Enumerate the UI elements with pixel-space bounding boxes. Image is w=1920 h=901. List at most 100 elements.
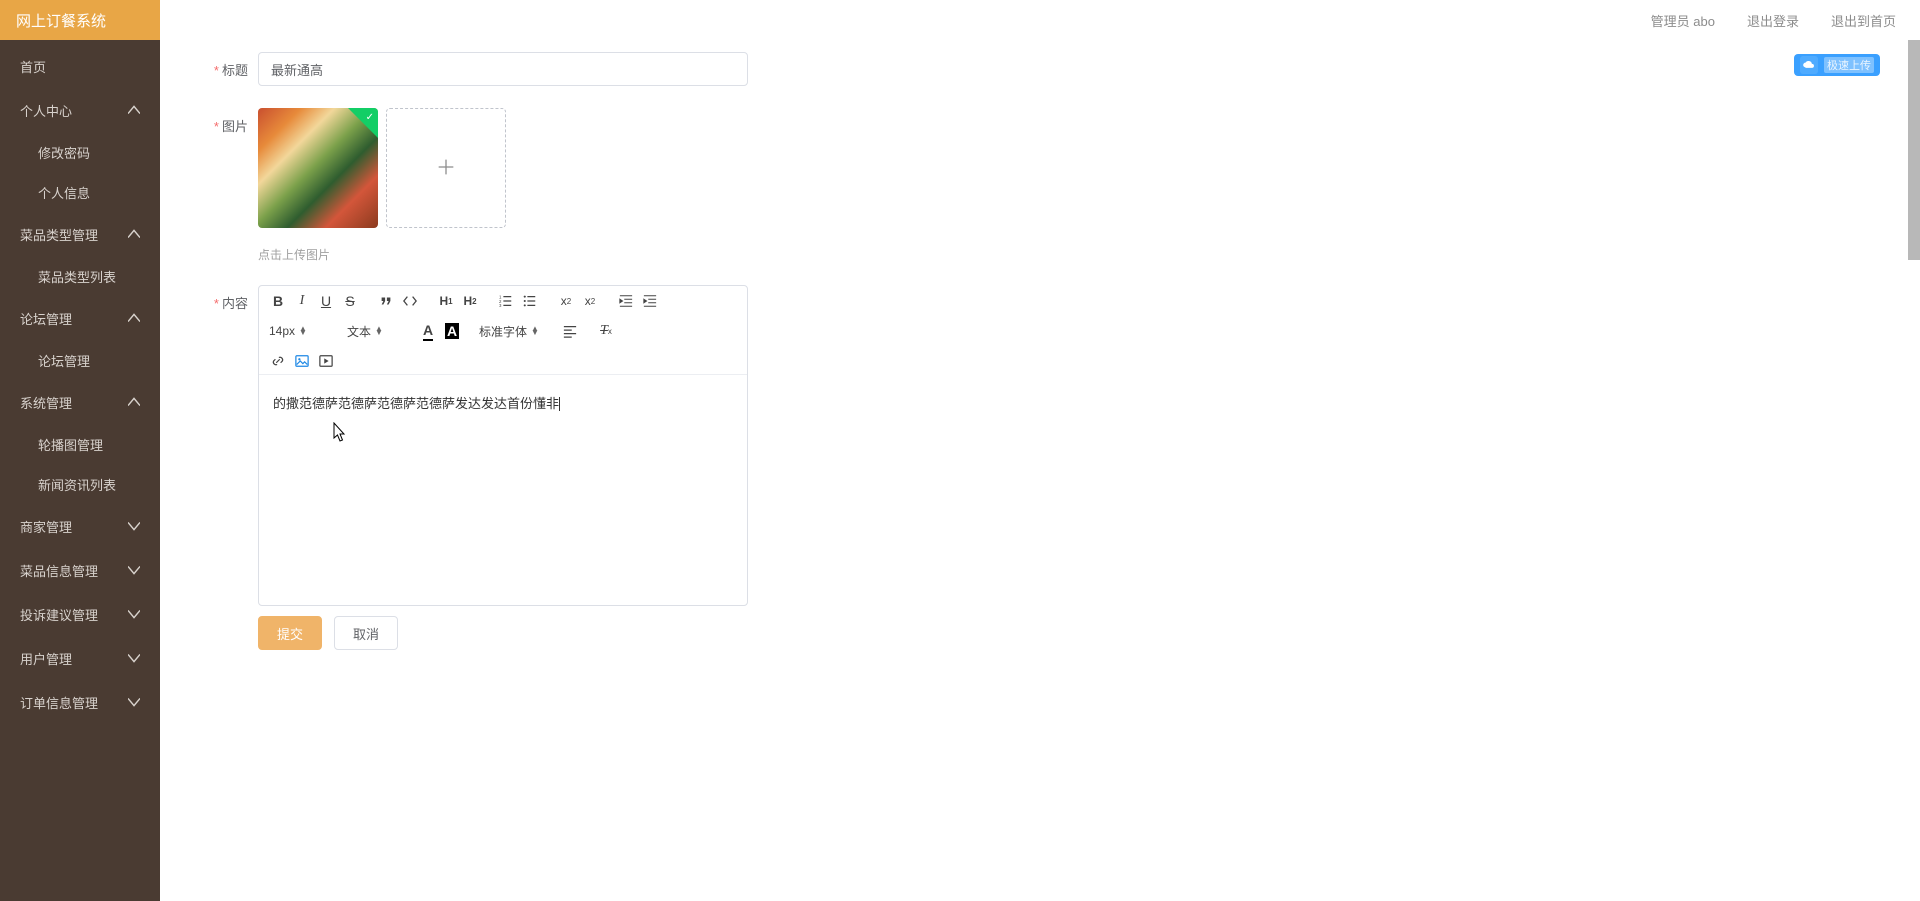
topbar-home[interactable]: 退出到首页 xyxy=(1831,11,1896,30)
editor-toolbar: B I U S H1 H2 xyxy=(259,286,747,375)
superscript-button[interactable]: x2 xyxy=(581,292,599,310)
sidebar-item-label: 论坛管理 xyxy=(38,351,90,370)
font-family-select[interactable]: 标准字体 ▲▼ xyxy=(479,322,553,340)
sidebar-item-forum[interactable]: 论坛管理 xyxy=(0,296,160,340)
chevron-down-icon xyxy=(128,696,140,708)
sidebar-nav: 首页 个人中心 修改密码 个人信息 菜品类型管理 菜品类型列表 论坛管理 论坛管… xyxy=(0,40,160,901)
h1-button[interactable]: H1 xyxy=(437,292,455,310)
editor-text: 的撒范德萨范德萨范德萨范德萨发达发达首份懂非 xyxy=(273,396,559,411)
topbar-user[interactable]: 管理员 abo xyxy=(1651,11,1715,30)
title-input[interactable] xyxy=(258,52,748,86)
scrollbar-thumb[interactable] xyxy=(1908,40,1920,260)
video-button[interactable] xyxy=(317,352,335,370)
topbar-logout[interactable]: 退出登录 xyxy=(1747,11,1799,30)
check-icon: ✓ xyxy=(366,112,374,123)
sidebar-item-label: 商家管理 xyxy=(20,517,72,536)
bold-button[interactable]: B xyxy=(269,292,287,310)
cancel-button[interactable]: 取消 xyxy=(334,616,398,650)
bg-color-button[interactable]: A xyxy=(443,322,461,340)
chevron-up-icon xyxy=(128,228,140,240)
label-title: 标题 xyxy=(200,52,258,79)
sidebar-item-label: 用户管理 xyxy=(20,649,72,668)
text-caret xyxy=(559,397,560,411)
h2-button[interactable]: H2 xyxy=(461,292,479,310)
label-image: 图片 xyxy=(200,108,258,135)
sidebar-item-personal-center[interactable]: 个人中心 xyxy=(0,88,160,132)
ordered-list-button[interactable]: 123 xyxy=(497,292,515,310)
sidebar-item-label: 轮播图管理 xyxy=(38,435,103,454)
sidebar-item-label: 订单信息管理 xyxy=(20,693,98,712)
chevron-up-icon xyxy=(128,396,140,408)
submit-button[interactable]: 提交 xyxy=(258,616,322,650)
sidebar-item-label: 菜品类型列表 xyxy=(38,267,116,286)
sidebar-sub-carousel[interactable]: 轮播图管理 xyxy=(0,424,160,464)
sidebar-item-dish-info[interactable]: 菜品信息管理 xyxy=(0,548,160,592)
sidebar-item-label: 首页 xyxy=(20,57,46,76)
sidebar-item-label: 新闻资讯列表 xyxy=(38,475,116,494)
sidebar-item-merchant[interactable]: 商家管理 xyxy=(0,504,160,548)
form-area: 标题 图片 ✓ xyxy=(160,40,1920,901)
chevron-up-icon xyxy=(128,312,140,324)
sidebar-item-label: 修改密码 xyxy=(38,143,90,162)
sidebar-item-order-info[interactable]: 订单信息管理 xyxy=(0,680,160,724)
sidebar-sub-news-list[interactable]: 新闻资讯列表 xyxy=(0,464,160,504)
font-color-button[interactable]: A xyxy=(419,322,437,340)
sidebar-item-label: 投诉建议管理 xyxy=(20,605,98,624)
caret-icon: ▲▼ xyxy=(531,327,539,335)
sidebar-item-home[interactable]: 首页 xyxy=(0,44,160,88)
link-button[interactable] xyxy=(269,352,287,370)
sidebar-item-label: 菜品信息管理 xyxy=(20,561,98,580)
caret-icon: ▲▼ xyxy=(299,327,307,335)
font-size-value: 14px xyxy=(269,324,295,338)
strike-button[interactable]: S xyxy=(341,292,359,310)
vertical-scrollbar[interactable] xyxy=(1908,40,1920,901)
editor-content[interactable]: 的撒范德萨范德萨范德萨范德萨发达发达首份懂非 xyxy=(259,375,747,605)
paragraph-select[interactable]: 文本 ▲▼ xyxy=(347,322,411,340)
quote-button[interactable] xyxy=(377,292,395,310)
uploaded-thumbnail[interactable]: ✓ xyxy=(258,108,378,228)
sidebar-item-complaint[interactable]: 投诉建议管理 xyxy=(0,592,160,636)
paragraph-value: 文本 xyxy=(347,323,371,340)
sidebar-item-label: 个人信息 xyxy=(38,183,90,202)
upload-tip: 点击上传图片 xyxy=(258,246,506,263)
cloud-upload-label: 极速上传 xyxy=(1824,57,1874,73)
label-content: 内容 xyxy=(200,285,258,312)
font-size-select[interactable]: 14px ▲▼ xyxy=(269,322,339,340)
sidebar-item-label: 菜品类型管理 xyxy=(20,225,98,244)
subscript-button[interactable]: x2 xyxy=(557,292,575,310)
code-button[interactable] xyxy=(401,292,419,310)
topbar: 管理员 abo 退出登录 退出到首页 xyxy=(160,0,1920,40)
italic-button[interactable]: I xyxy=(293,292,311,310)
cloud-upload-badge[interactable]: 极速上传 xyxy=(1794,54,1880,76)
chevron-down-icon xyxy=(128,564,140,576)
chevron-down-icon xyxy=(128,608,140,620)
sidebar-sub-dish-type-list[interactable]: 菜品类型列表 xyxy=(0,256,160,296)
main-pane: 管理员 abo 退出登录 退出到首页 标题 图片 ✓ xyxy=(160,0,1920,901)
sidebar-item-label: 系统管理 xyxy=(20,393,72,412)
sidebar-item-system[interactable]: 系统管理 xyxy=(0,380,160,424)
clear-format-button[interactable]: Tx xyxy=(597,322,615,340)
form-actions: 提交 取消 xyxy=(258,616,748,650)
font-family-value: 标准字体 xyxy=(479,323,527,340)
sidebar-item-user[interactable]: 用户管理 xyxy=(0,636,160,680)
unordered-list-button[interactable] xyxy=(521,292,539,310)
upload-add-button[interactable] xyxy=(386,108,506,228)
sidebar-sub-change-password[interactable]: 修改密码 xyxy=(0,132,160,172)
sidebar-item-label: 个人中心 xyxy=(20,101,72,120)
sidebar-item-label: 论坛管理 xyxy=(20,309,72,328)
caret-icon: ▲▼ xyxy=(375,327,383,335)
plus-icon xyxy=(435,156,457,181)
outdent-button[interactable] xyxy=(617,292,635,310)
brand-title: 网上订餐系统 xyxy=(0,0,160,40)
svg-text:3: 3 xyxy=(499,303,502,308)
underline-button[interactable]: U xyxy=(317,292,335,310)
sidebar-sub-personal-info[interactable]: 个人信息 xyxy=(0,172,160,212)
cloud-icon xyxy=(1800,56,1818,74)
chevron-down-icon xyxy=(128,520,140,532)
sidebar-item-dish-type[interactable]: 菜品类型管理 xyxy=(0,212,160,256)
sidebar-sub-forum-manage[interactable]: 论坛管理 xyxy=(0,340,160,380)
align-button[interactable] xyxy=(561,322,579,340)
sidebar: 网上订餐系统 首页 个人中心 修改密码 个人信息 菜品类型管理 菜品类型列表 论… xyxy=(0,0,160,901)
image-button[interactable] xyxy=(293,352,311,370)
indent-button[interactable] xyxy=(641,292,659,310)
